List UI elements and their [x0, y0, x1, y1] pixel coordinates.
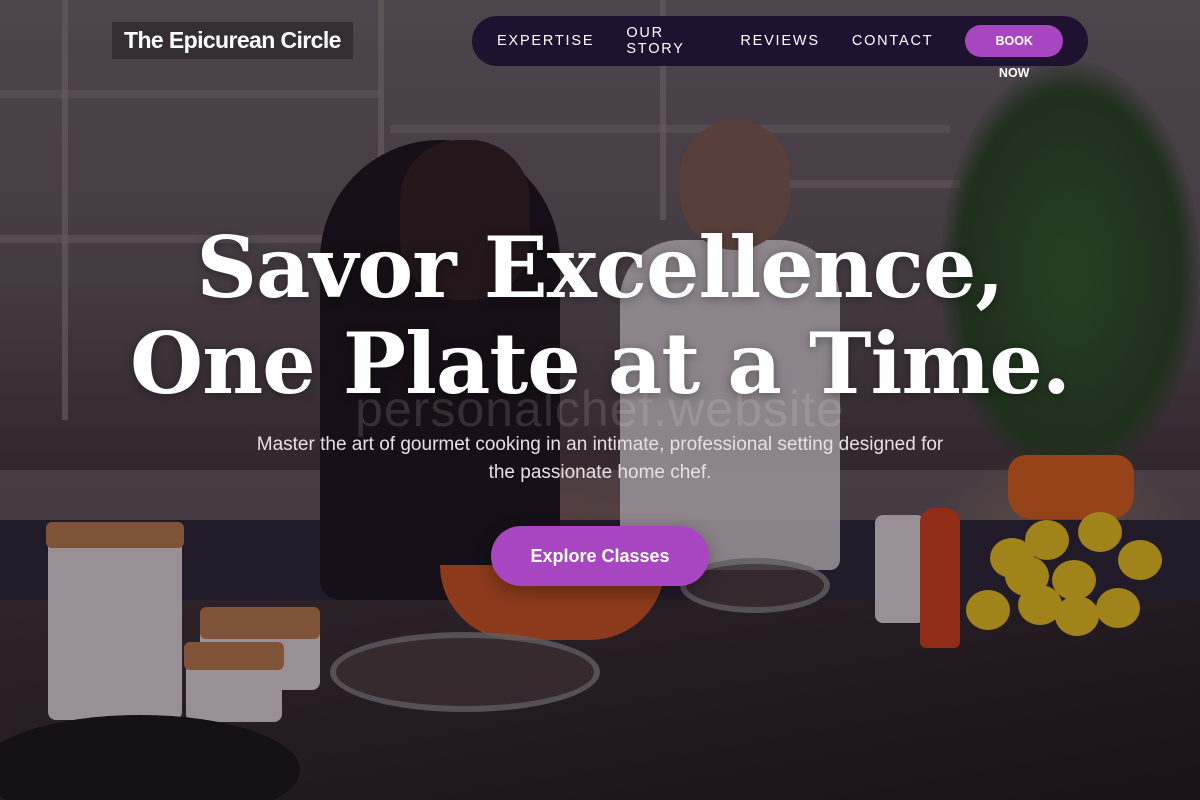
nav-link-our-story[interactable]: OUR STORY — [626, 25, 708, 57]
main-nav: EXPERTISE OUR STORY REVIEWS CONTACT BOOK… — [472, 16, 1088, 80]
hero-title-line-2: One Plate at a Time. — [129, 314, 1071, 413]
nav-link-expertise[interactable]: EXPERTISE — [497, 33, 594, 49]
book-now-button[interactable]: BOOK NOW — [965, 25, 1063, 80]
brand-logo[interactable]: The Epicurean Circle — [112, 22, 353, 59]
hero-section: The Epicurean Circle EXPERTISE OUR STORY… — [0, 0, 1200, 800]
explore-classes-button[interactable]: Explore Classes — [491, 526, 709, 586]
hero-subtitle: Master the art of gourmet cooking in an … — [256, 434, 944, 483]
nav-link-contact[interactable]: CONTACT — [852, 33, 934, 49]
hero-title: Savor Excellence, One Plate at a Time. — [0, 220, 1200, 412]
hero-title-line-1: Savor Excellence, — [196, 218, 1004, 317]
nav-link-reviews[interactable]: REVIEWS — [740, 33, 819, 49]
